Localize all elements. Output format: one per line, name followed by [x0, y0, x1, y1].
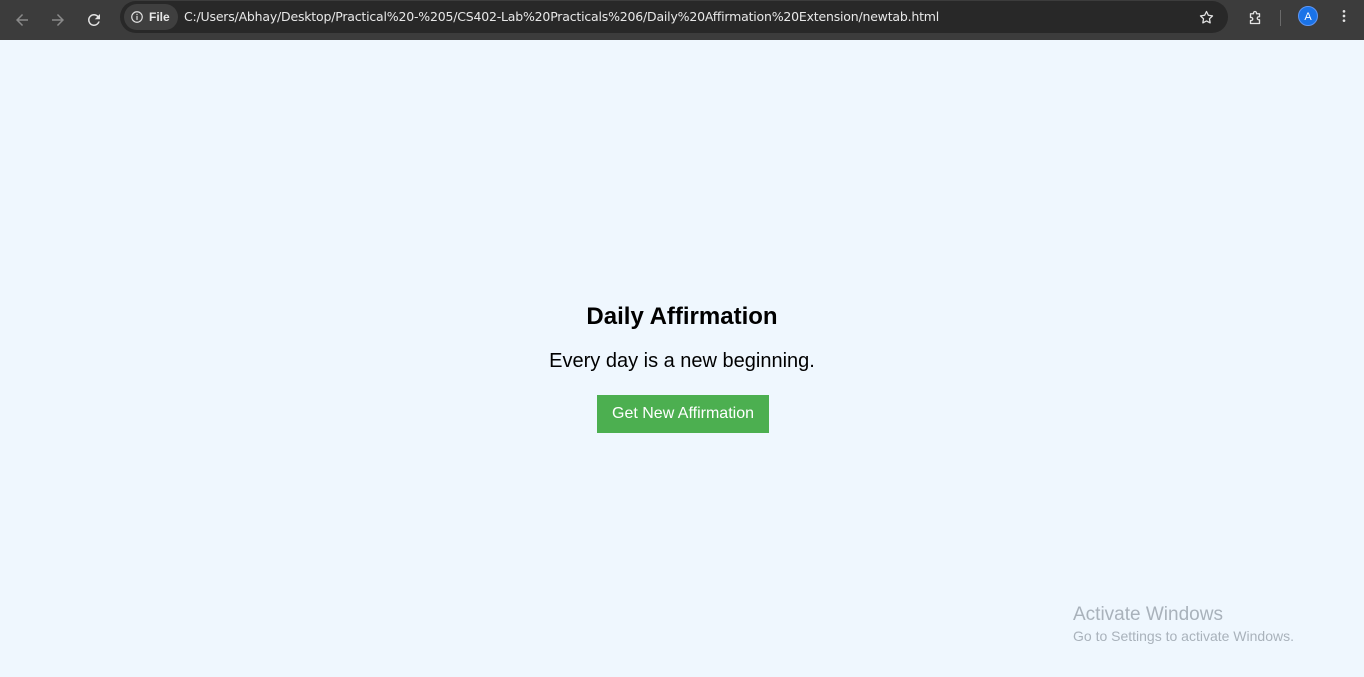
reload-button[interactable] [78, 4, 110, 36]
toolbar-divider [1280, 10, 1281, 26]
back-button[interactable] [6, 4, 38, 36]
reload-icon [87, 13, 100, 26]
bookmark-button[interactable] [1194, 5, 1218, 29]
watermark-subtitle: Go to Settings to activate Windows. [1073, 628, 1294, 644]
url-text[interactable]: C:/Users/Abhay/Desktop/Practical%20-%205… [184, 1, 939, 33]
browser-toolbar: File C:/Users/Abhay/Desktop/Practical%20… [0, 0, 1364, 40]
get-new-affirmation-button[interactable]: Get New Affirmation [597, 395, 769, 433]
watermark-title: Activate Windows [1073, 604, 1223, 625]
activate-windows-watermark: Activate Windows Go to Settings to activ… [1073, 604, 1294, 646]
page-title: Daily Affirmation [586, 303, 778, 330]
site-info-label: File [149, 10, 170, 24]
forward-button[interactable] [42, 4, 74, 36]
info-icon [131, 11, 143, 23]
arrow-right-icon [52, 14, 64, 26]
address-bar[interactable]: File C:/Users/Abhay/Desktop/Practical%20… [120, 1, 1228, 33]
profile-avatar[interactable]: A [1298, 6, 1318, 26]
arrow-left-icon [16, 14, 28, 26]
affirmation-text: Every day is a new beginning. [549, 350, 815, 372]
puzzle-icon [1249, 10, 1261, 25]
extensions-button[interactable] [1240, 4, 1270, 34]
star-icon [1199, 10, 1213, 24]
site-info-chip[interactable]: File [124, 4, 178, 30]
browser-menu-button[interactable] [1332, 4, 1356, 28]
more-vertical-icon [1342, 10, 1346, 22]
